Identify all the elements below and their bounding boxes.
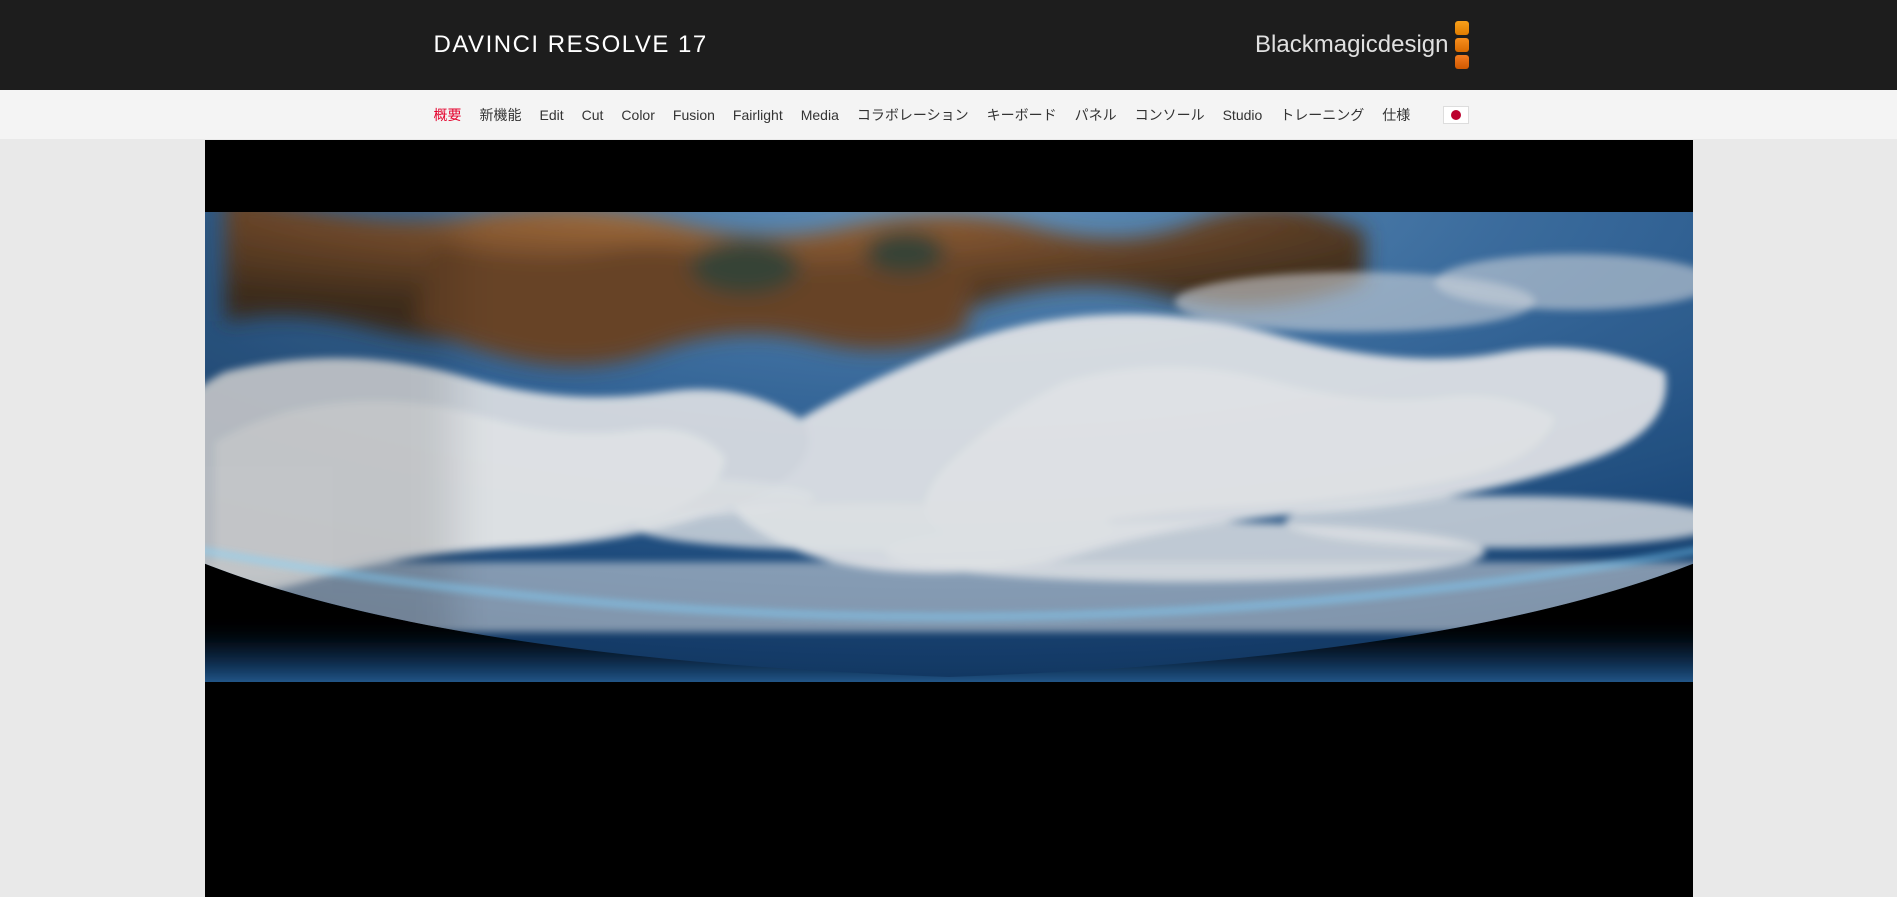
nav-item-specs[interactable]: 仕様 xyxy=(1382,105,1410,125)
top-header-inner: DAVINCI RESOLVE 17 Blackmagicdesign xyxy=(169,21,1729,69)
nav-item-training[interactable]: トレーニング xyxy=(1280,105,1364,125)
brand-text-b: design xyxy=(1378,31,1449,58)
nav-item-console[interactable]: コンソール xyxy=(1135,105,1205,125)
nav-item-fusion[interactable]: Fusion xyxy=(673,107,715,123)
nav-item-media[interactable]: Media xyxy=(801,107,839,123)
nav-items: 概要 新機能 Edit Cut Color Fusion Fairlight M… xyxy=(434,90,1411,139)
nav-item-color[interactable]: Color xyxy=(621,107,654,123)
hero-section xyxy=(0,140,1897,897)
nav-item-studio[interactable]: Studio xyxy=(1223,107,1263,123)
product-title: DAVINCI RESOLVE 17 xyxy=(434,31,708,59)
brand-text-a: Blackmagic xyxy=(1255,31,1378,58)
language-selector-japan[interactable] xyxy=(1443,106,1469,124)
brand-logo-link[interactable]: Blackmagicdesign xyxy=(1255,21,1468,69)
earth-from-space-image xyxy=(205,212,1693,682)
top-header: DAVINCI RESOLVE 17 Blackmagicdesign xyxy=(0,0,1897,90)
hero-video-frame xyxy=(205,140,1693,897)
sub-navigation: 概要 新機能 Edit Cut Color Fusion Fairlight M… xyxy=(0,90,1897,140)
nav-item-new-features[interactable]: 新機能 xyxy=(480,105,522,125)
nav-item-fairlight[interactable]: Fairlight xyxy=(733,107,783,123)
japan-flag-icon xyxy=(1451,110,1461,120)
brand-logo-text: Blackmagicdesign xyxy=(1255,31,1448,59)
nav-item-collaboration[interactable]: コラボレーション xyxy=(857,105,969,125)
nav-item-panel[interactable]: パネル xyxy=(1075,105,1117,125)
nav-item-keyboard[interactable]: キーボード xyxy=(987,105,1057,125)
nav-item-edit[interactable]: Edit xyxy=(540,107,564,123)
brand-squares-icon xyxy=(1455,21,1469,69)
nav-item-cut[interactable]: Cut xyxy=(582,107,604,123)
nav-item-overview[interactable]: 概要 xyxy=(434,105,462,125)
sub-navigation-inner: 概要 新機能 Edit Cut Color Fusion Fairlight M… xyxy=(169,90,1729,139)
